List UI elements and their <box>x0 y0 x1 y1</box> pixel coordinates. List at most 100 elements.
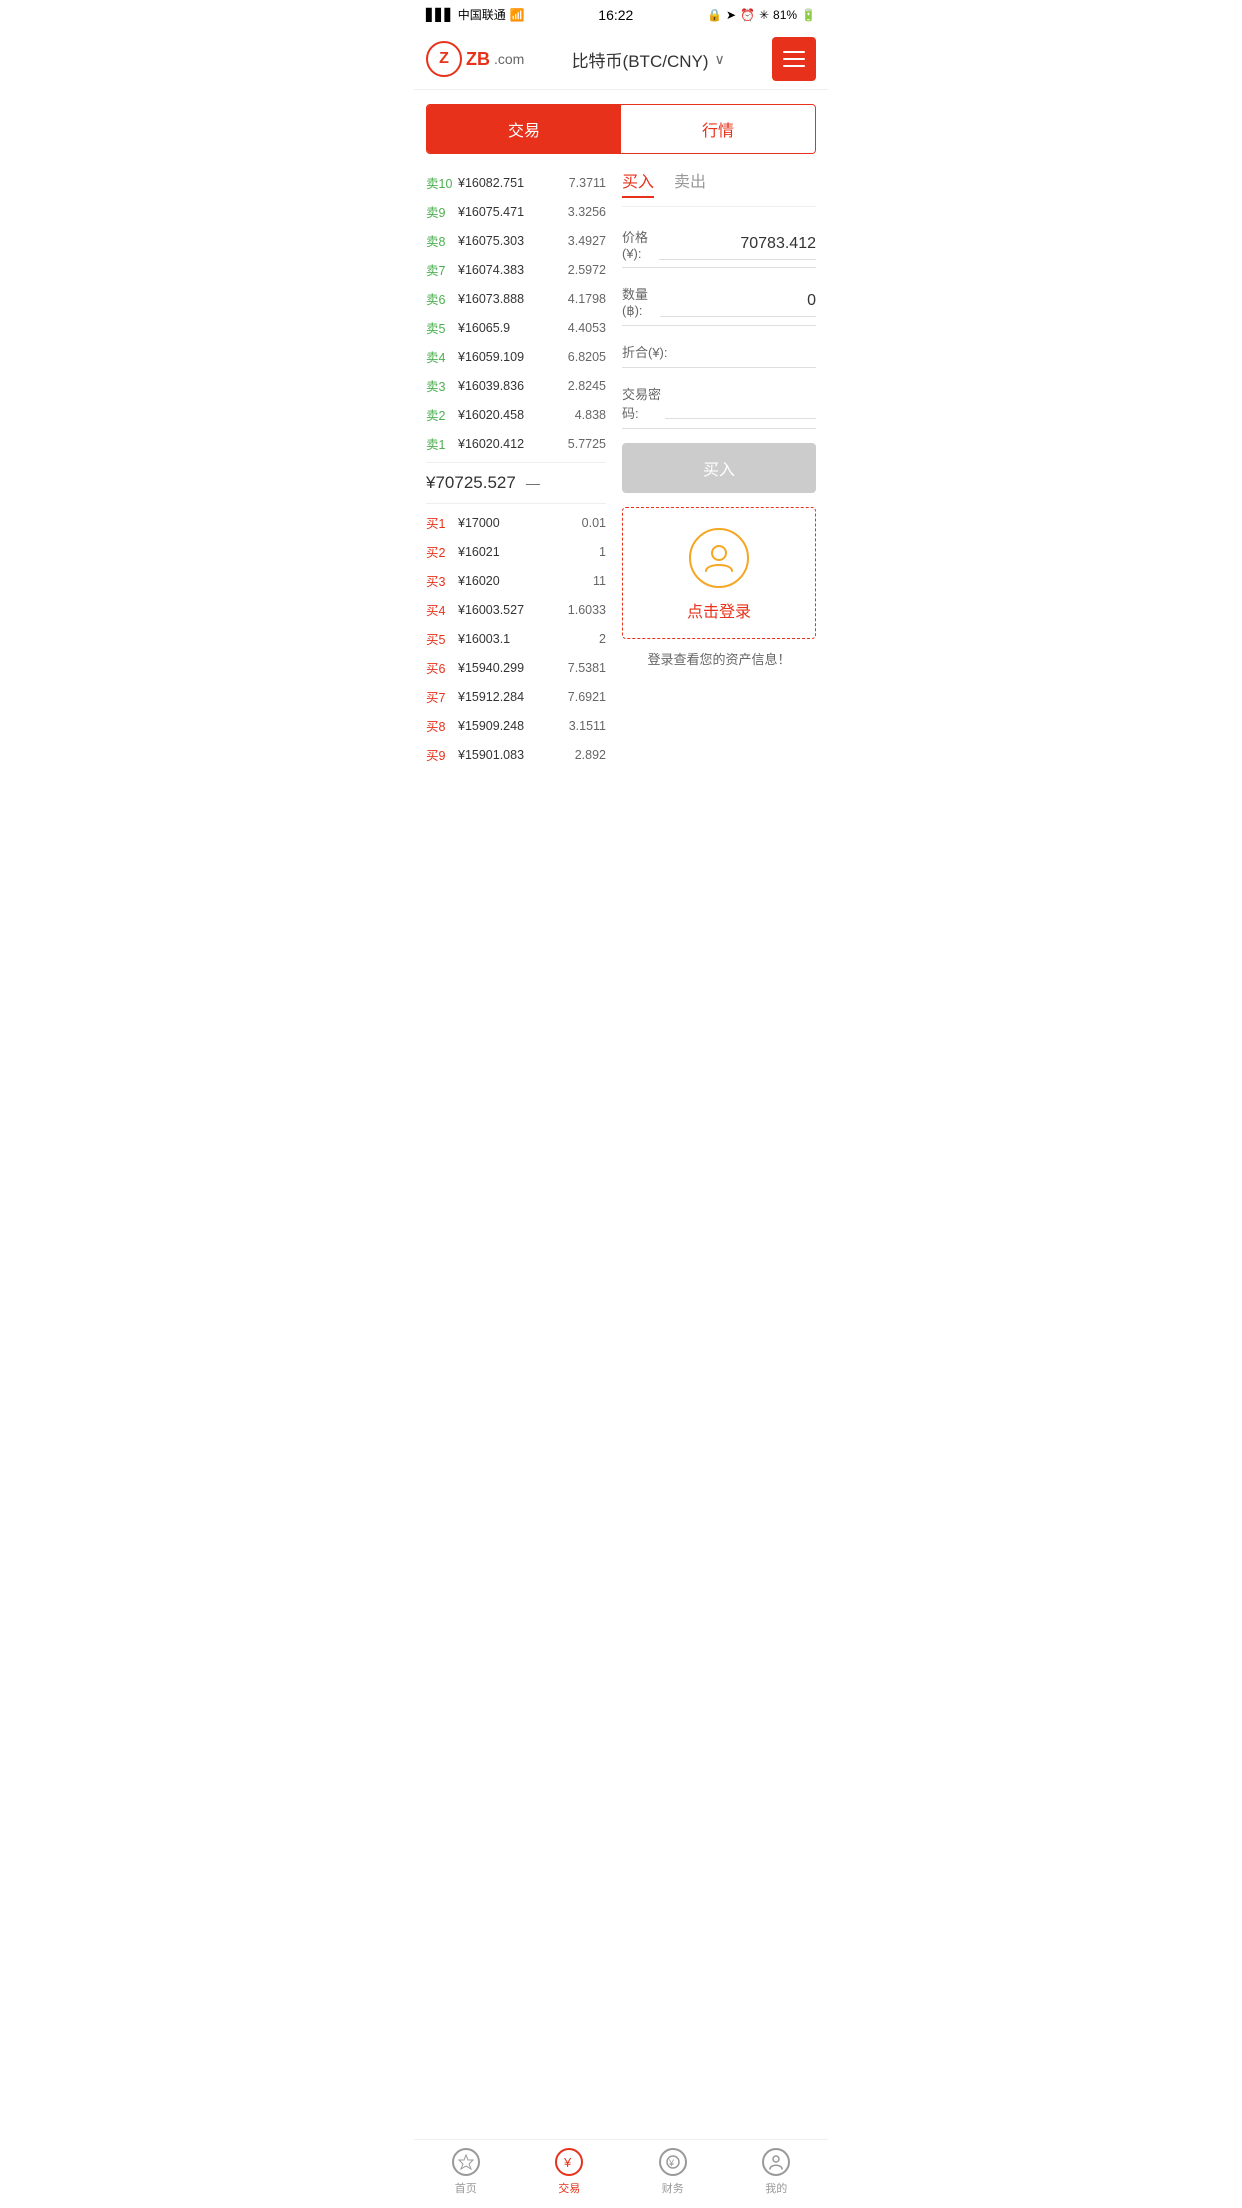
price-input[interactable] <box>659 229 816 260</box>
status-time: 16:22 <box>598 7 633 23</box>
logo-text: ZB <box>466 49 490 70</box>
buy-amount: 1.6033 <box>568 603 606 617</box>
sell-label: 卖8 <box>426 231 454 250</box>
sell-label: 卖2 <box>426 405 454 424</box>
sell-amount: 6.8205 <box>568 350 606 364</box>
nav-finance[interactable]: ¥ 财务 <box>621 2148 725 2196</box>
asset-info-text: 登录查看您的资产信息！ <box>622 639 816 678</box>
nav-mine[interactable]: 我的 <box>725 2148 829 2196</box>
order-book: 卖10 ¥16082.751 7.3711 卖9 ¥16075.471 3.32… <box>414 168 614 769</box>
yen-svg: ¥ <box>561 2154 577 2170</box>
click-to-login-label[interactable]: 点击登录 <box>687 598 751 622</box>
svg-text:¥: ¥ <box>563 2155 572 2170</box>
sell-label: 卖1 <box>426 434 454 453</box>
sell-label: 卖4 <box>426 347 454 366</box>
nav-home[interactable]: 首页 <box>414 2148 518 2196</box>
tab-buy[interactable]: 买入 <box>622 168 654 198</box>
quantity-label: 数量(฿): <box>622 284 660 319</box>
app-logo: Z ZB .com <box>426 41 524 77</box>
buy-price: ¥16020 <box>454 574 593 588</box>
table-row: 卖6 ¥16073.888 4.1798 <box>426 284 606 313</box>
wifi-icon: 📶 <box>510 8 525 22</box>
buy-label: 买8 <box>426 716 454 735</box>
tab-market[interactable]: 行情 <box>621 105 815 153</box>
sell-orders: 卖10 ¥16082.751 7.3711 卖9 ¥16075.471 3.32… <box>426 168 606 458</box>
user-avatar-svg <box>702 541 736 575</box>
main-tab-bar: 交易 行情 <box>426 104 816 154</box>
bottom-navigation: 首页 ¥ 交易 ¥ 财务 我的 <box>414 2139 828 2208</box>
buy-label: 买6 <box>426 658 454 677</box>
tab-trade[interactable]: 交易 <box>427 105 621 153</box>
sell-price: ¥16059.109 <box>454 350 568 364</box>
sell-amount: 4.838 <box>575 408 606 422</box>
menu-line-3 <box>783 65 805 67</box>
quantity-input[interactable] <box>660 286 816 317</box>
buy-label: 买7 <box>426 687 454 706</box>
menu-button[interactable] <box>772 37 816 81</box>
buy-sell-tab-bar: 买入 卖出 <box>622 168 816 207</box>
sell-price: ¥16073.888 <box>454 292 568 306</box>
sell-price: ¥16074.383 <box>454 263 568 277</box>
sell-amount: 3.3256 <box>568 205 606 219</box>
sell-amount: 4.1798 <box>568 292 606 306</box>
buy-price: ¥16003.527 <box>454 603 568 617</box>
mid-price-value: ¥70725.527 <box>426 473 516 493</box>
password-field-row: 交易密码: <box>622 378 816 429</box>
app-header: Z ZB .com 比特币(BTC/CNY) ∨ <box>414 29 828 90</box>
password-input[interactable] <box>665 388 816 419</box>
buy-price: ¥15912.284 <box>454 690 568 704</box>
sell-label: 卖5 <box>426 318 454 337</box>
buy-price: ¥15901.083 <box>454 748 575 762</box>
table-row: 买4 ¥16003.527 1.6033 <box>426 595 606 624</box>
menu-line-2 <box>783 58 805 60</box>
sell-price: ¥16082.751 <box>454 176 569 190</box>
buy-price: ¥15909.248 <box>454 719 569 733</box>
trade-panel: 买入 卖出 价格(¥): 数量(฿): 折合(¥): 交易密码: <box>614 168 828 769</box>
login-avatar-icon <box>689 528 749 588</box>
logo-domain: .com <box>494 51 524 67</box>
alarm-icon: ⏰ <box>740 8 755 22</box>
table-row: 卖9 ¥16075.471 3.3256 <box>426 197 606 226</box>
table-row: 买1 ¥17000 0.01 <box>426 508 606 537</box>
buy-amount: 11 <box>593 574 606 588</box>
login-prompt[interactable]: 点击登录 <box>622 507 816 639</box>
quantity-field-row: 数量(฿): <box>622 278 816 326</box>
trade-icon: ¥ <box>555 2148 583 2176</box>
buy-label: 买5 <box>426 629 454 648</box>
table-row: 买3 ¥16020 11 <box>426 566 606 595</box>
buy-orders: 买1 ¥17000 0.01 买2 ¥16021 1 买3 ¥16020 11 … <box>426 508 606 769</box>
nav-trade-label: 交易 <box>558 2180 580 2196</box>
buy-button[interactable]: 买入 <box>622 443 816 493</box>
table-row: 买2 ¥16021 1 <box>426 537 606 566</box>
sell-label: 卖7 <box>426 260 454 279</box>
bluetooth-icon: ✳ <box>759 8 769 22</box>
table-row: 卖10 ¥16082.751 7.3711 <box>426 168 606 197</box>
buy-amount: 3.1511 <box>569 719 606 733</box>
buy-label: 买3 <box>426 571 454 590</box>
sell-price: ¥16039.836 <box>454 379 568 393</box>
table-row: 卖4 ¥16059.109 6.8205 <box>426 342 606 371</box>
buy-amount: 7.6921 <box>568 690 606 704</box>
lock-icon: 🔒 <box>707 8 722 22</box>
menu-line-1 <box>783 51 805 53</box>
buy-label: 买2 <box>426 542 454 561</box>
price-field-row: 价格(¥): <box>622 221 816 268</box>
nav-trade[interactable]: ¥ 交易 <box>518 2148 622 2196</box>
sell-amount: 2.8245 <box>568 379 606 393</box>
buy-price: ¥16003.1 <box>454 632 599 646</box>
status-bar: ▋▋▋ 中国联通 📶 16:22 🔒 ➤ ⏰ ✳ 81% 🔋 <box>414 0 828 29</box>
header-title[interactable]: 比特币(BTC/CNY) ∨ <box>572 47 725 72</box>
sell-label: 卖10 <box>426 173 454 192</box>
sell-amount: 3.4927 <box>568 234 606 248</box>
table-row: 买8 ¥15909.248 3.1511 <box>426 711 606 740</box>
buy-price: ¥17000 <box>454 516 582 530</box>
market-pair-label: 比特币(BTC/CNY) <box>572 47 709 72</box>
table-row: 卖2 ¥16020.458 4.838 <box>426 400 606 429</box>
password-label: 交易密码: <box>622 384 665 422</box>
price-label: 价格(¥): <box>622 227 659 261</box>
trend-icon: — <box>526 475 540 491</box>
buy-amount: 2 <box>599 632 606 646</box>
tab-sell[interactable]: 卖出 <box>674 168 706 198</box>
star-svg <box>458 2154 474 2170</box>
buy-price: ¥15940.299 <box>454 661 568 675</box>
